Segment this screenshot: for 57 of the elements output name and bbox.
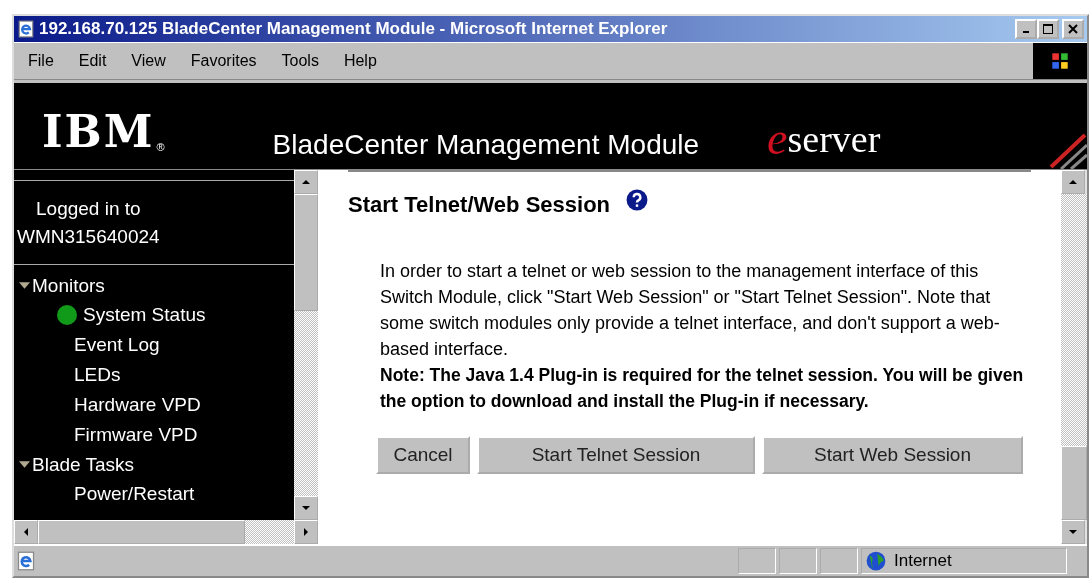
menu-item[interactable]: Help [343,52,377,70]
instruction-text: In order to start a telnet or web session to the management interface of this Switch Module, click "Start Web Session" or "Start Telnet Session". Note that some switch modules only provide a telnet interface, and don't support a web-based interface. [380,260,1001,361]
scrollbar[interactable] [1061,170,1087,544]
action-button[interactable]: Cancel [376,436,470,474]
brand-mark: e [767,117,788,161]
logo: IBM [42,109,155,155]
tree-group[interactable]: Blade Tasks [32,453,135,476]
minimize-button[interactable] [1015,19,1037,39]
expand-arrow-icon[interactable] [19,459,30,470]
logged-in-label: Logged in to [35,197,142,221]
close-icon [1068,24,1078,34]
window-title: 192.168.70.125 BladeCenter Management Module - Microsoft Internet Explorer [39,19,668,39]
nav-link[interactable]: LEDs [74,364,121,386]
close-button[interactable] [1062,19,1084,39]
minimize-icon [1023,31,1029,33]
scroll-thumb[interactable] [294,194,318,311]
brand-name: server [787,117,881,161]
nav-link[interactable]: Hardware VPD [74,394,201,416]
nav-link[interactable]: Firmware VPD [74,424,198,446]
host-name: WMN315640024 [16,225,161,249]
menu-item[interactable]: View [131,52,166,70]
security-zone: Internet [894,551,952,571]
menu-item[interactable]: Edit [78,52,107,70]
action-button[interactable]: Start Web Session [762,436,1023,474]
maximize-button[interactable] [1037,19,1059,39]
registered-mark: ® [156,141,165,153]
tree-group[interactable]: Monitors [32,274,105,297]
browser-icon [16,551,36,571]
nav-link[interactable]: System Status [83,304,206,326]
down-arrow-icon [1069,528,1077,536]
status-panel [738,548,776,574]
left-arrow-icon [22,528,30,536]
globe-icon [866,551,886,571]
windows-logo-icon [1033,43,1087,79]
scroll-thumb[interactable] [1061,446,1087,520]
status-panel [779,548,817,574]
section-heading: Start Telnet/Web Session [348,192,611,218]
scrollbar[interactable] [294,170,318,520]
expand-arrow-icon[interactable] [19,280,30,291]
action-button[interactable]: Start Telnet Session [477,436,755,474]
down-arrow-icon [302,504,310,512]
nav-link[interactable]: Event Log [74,334,160,356]
status-panel [820,548,858,574]
note-text: Note: The Java 1.4 Plug-in is required for the telnet session. You will be given the option to download and install the Plug-in if necessary. [380,364,1025,413]
menu-item[interactable]: File [28,52,54,70]
maximize-icon [1043,24,1053,34]
menu-item[interactable]: Tools [281,52,319,70]
right-arrow-icon [302,528,310,536]
up-arrow-icon [302,178,310,186]
up-arrow-icon [1069,178,1077,186]
browser-icon [17,20,35,38]
page-title: BladeCenter Management Module [272,129,700,161]
help-icon[interactable] [626,189,649,211]
scroll-thumb[interactable] [38,520,245,544]
menu-item[interactable]: Favorites [190,52,257,70]
scrollbar[interactable] [14,520,318,544]
nav-link[interactable]: Power/Restart [74,483,195,505]
